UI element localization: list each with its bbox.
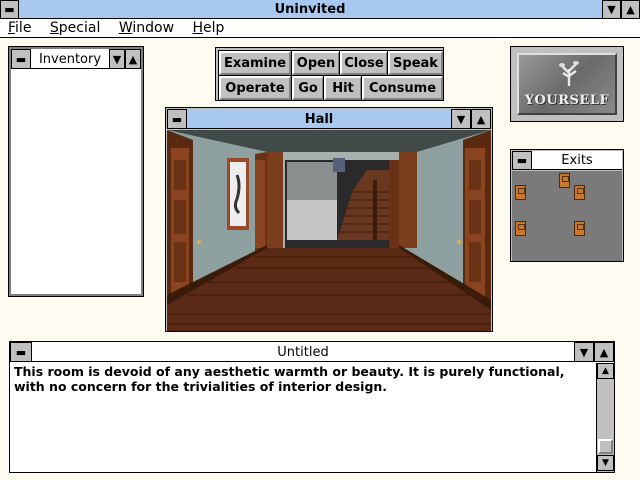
- hall-scene-image[interactable]: [167, 130, 491, 331]
- inventory-window[interactable]: ▬ Inventory ▼ ▲: [8, 46, 144, 297]
- yourself-label: YOURSELF: [524, 93, 610, 108]
- text-maximize-icon[interactable]: ▲: [594, 342, 614, 362]
- consume-button[interactable]: Consume: [361, 75, 444, 101]
- hall-maximize-icon[interactable]: ▲: [471, 109, 491, 129]
- menu-window[interactable]: Window: [119, 20, 174, 36]
- inventory-title: Inventory: [38, 51, 102, 67]
- exit-door-icon[interactable]: [574, 185, 585, 200]
- exits-map: [512, 171, 622, 261]
- examine-button[interactable]: Examine: [218, 50, 292, 76]
- exits-title: Exits: [561, 153, 593, 168]
- exits-window[interactable]: ▬ Exits: [510, 149, 624, 262]
- inventory-maximize-icon[interactable]: ▲: [125, 49, 141, 69]
- exit-door-icon[interactable]: [559, 173, 570, 188]
- hall-title: Hall: [304, 111, 334, 127]
- hit-button[interactable]: Hit: [323, 75, 363, 101]
- exits-system-icon[interactable]: ▬: [512, 151, 532, 170]
- inventory-system-icon[interactable]: ▬: [11, 49, 31, 69]
- menu-bar: File Special Window Help: [0, 19, 640, 38]
- operate-button[interactable]: Operate: [218, 75, 292, 101]
- exit-door-icon[interactable]: [515, 185, 526, 200]
- command-panel: Examine Open Close Speak Operate Go Hit …: [215, 47, 444, 101]
- go-button[interactable]: Go: [291, 75, 325, 101]
- hall-minimize-icon[interactable]: ▼: [451, 109, 471, 129]
- exit-door-icon[interactable]: [515, 221, 526, 236]
- menu-file[interactable]: File: [8, 20, 31, 36]
- scroll-down-icon[interactable]: ▼: [597, 455, 614, 471]
- yourself-button[interactable]: YOURSELF: [510, 46, 624, 122]
- vertical-scrollbar[interactable]: ▲ ▼: [596, 363, 614, 472]
- minimize-icon[interactable]: ▼: [602, 0, 621, 19]
- maximize-icon[interactable]: ▲: [621, 0, 640, 19]
- menu-help[interactable]: Help: [192, 20, 224, 36]
- text-window-title: Untitled: [277, 344, 329, 360]
- app-title-bar[interactable]: ▬ Uninvited ▼ ▲: [0, 0, 640, 19]
- hall-window[interactable]: ▬ Hall ▼ ▲: [165, 107, 493, 332]
- exit-door-icon[interactable]: [574, 221, 585, 236]
- scroll-up-icon[interactable]: ▲: [597, 363, 614, 379]
- menu-special[interactable]: Special: [50, 20, 100, 36]
- speak-button[interactable]: Speak: [387, 50, 444, 76]
- plant-icon: [559, 61, 579, 86]
- system-menu-icon[interactable]: ▬: [0, 0, 19, 19]
- hall-system-icon[interactable]: ▬: [167, 109, 187, 129]
- narration-text: This room is devoid of any aesthetic war…: [14, 364, 565, 394]
- inventory-minimize-icon[interactable]: ▼: [109, 49, 125, 69]
- text-system-icon[interactable]: ▬: [10, 342, 32, 362]
- open-button[interactable]: Open: [291, 50, 341, 76]
- text-window[interactable]: ▬ Untitled ▼ ▲ This room is devoid of an…: [9, 341, 615, 473]
- close-button[interactable]: Close: [339, 50, 389, 76]
- app-title: Uninvited: [274, 1, 346, 17]
- scroll-thumb[interactable]: [598, 439, 613, 454]
- text-minimize-icon[interactable]: ▼: [574, 342, 594, 362]
